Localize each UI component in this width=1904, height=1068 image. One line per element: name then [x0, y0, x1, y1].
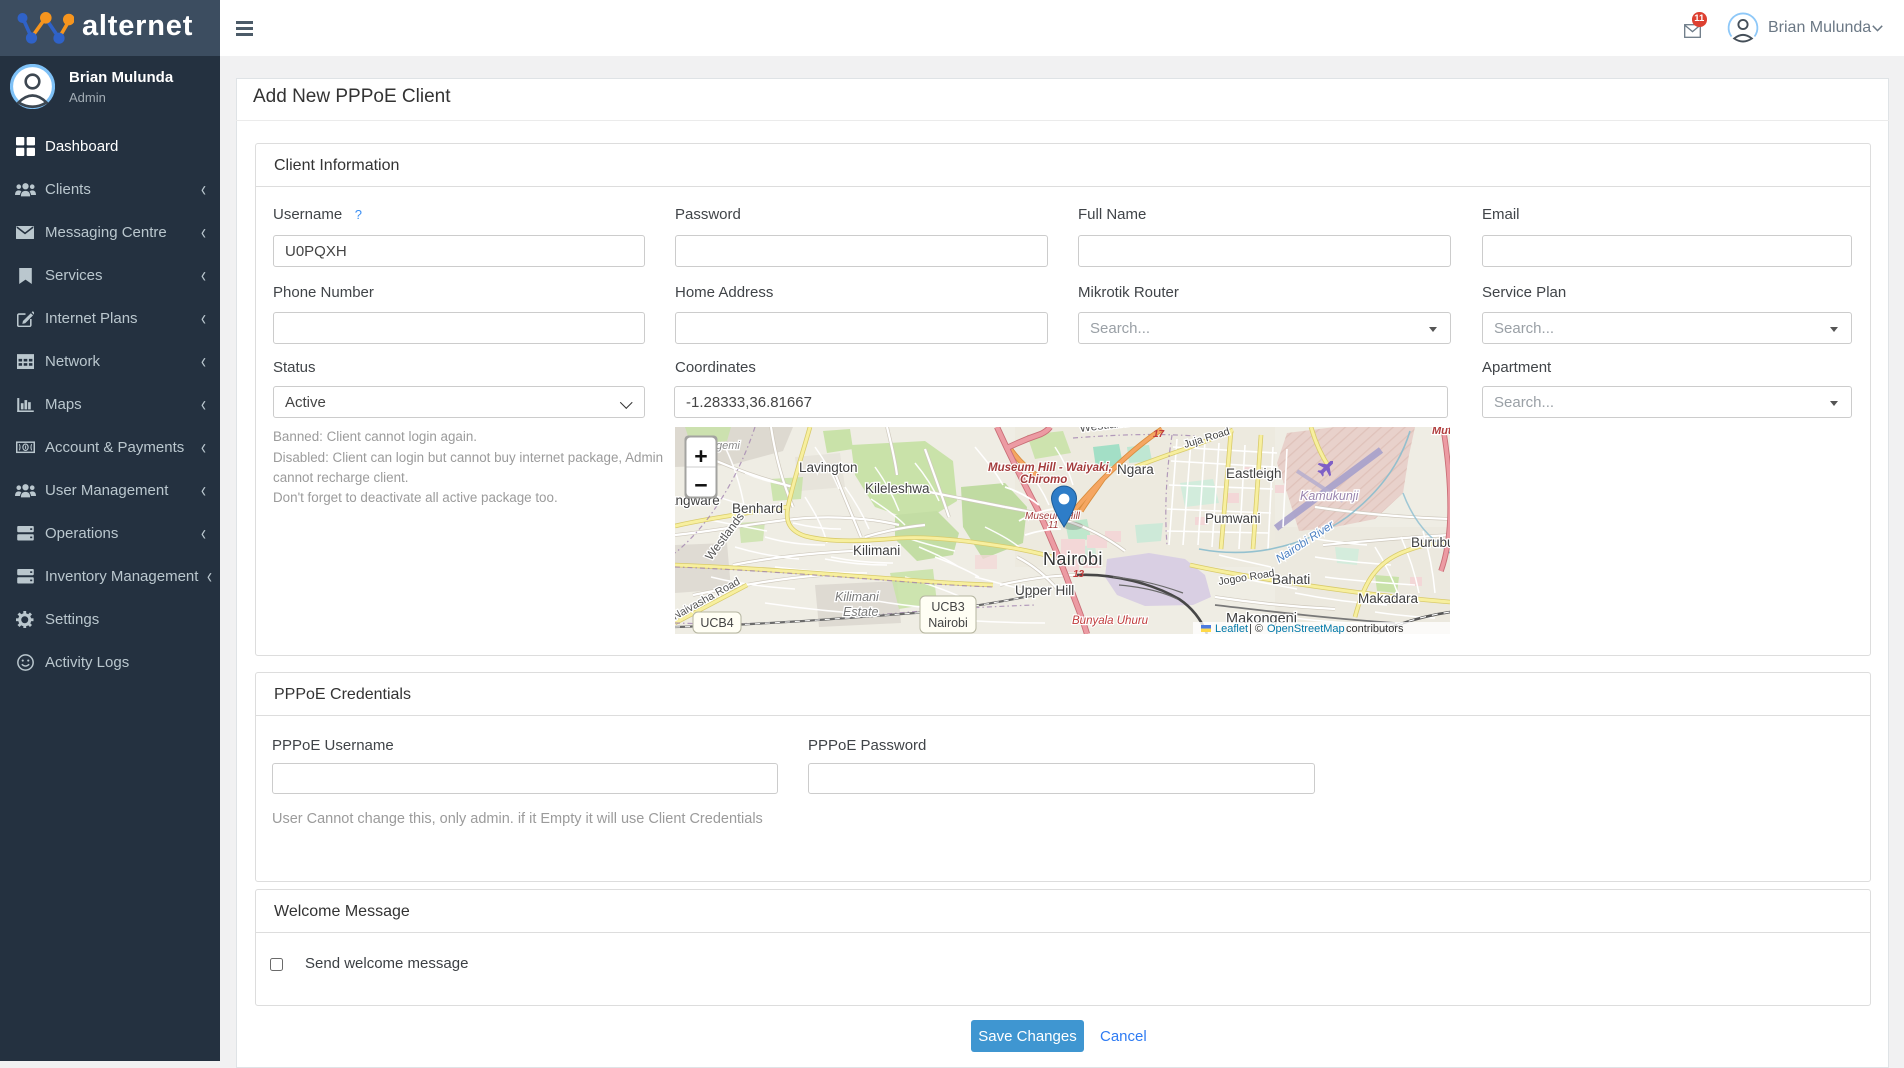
svg-text:Bahati: Bahati: [1272, 572, 1310, 587]
svg-text:Mutarakw: Mutarakw: [1432, 427, 1450, 437]
svg-text:Estate: Estate: [843, 605, 878, 619]
svg-text:Upper Hill: Upper Hill: [1015, 583, 1074, 598]
svg-text:UCB3: UCB3: [931, 600, 964, 614]
svg-text:Leaflet: Leaflet: [1215, 623, 1248, 634]
svg-text:Kilimani: Kilimani: [835, 590, 880, 604]
svg-text:Lavington: Lavington: [799, 460, 858, 475]
svg-text:gemi: gemi: [716, 440, 740, 452]
svg-text:Nairobi: Nairobi: [928, 616, 968, 630]
svg-text:Chiromo: Chiromo: [1020, 474, 1067, 486]
svg-text:13: 13: [1073, 569, 1085, 580]
svg-text:| ©: | ©: [1249, 623, 1263, 634]
svg-text:Nairobi: Nairobi: [1043, 549, 1103, 569]
svg-text:−: −: [694, 472, 707, 498]
svg-text:17: 17: [1153, 429, 1165, 440]
svg-text:11: 11: [1048, 520, 1058, 531]
svg-text:Makadara: Makadara: [1358, 591, 1419, 606]
svg-text:+: +: [694, 443, 707, 469]
svg-text:UCB4: UCB4: [700, 616, 733, 630]
svg-text:Museum Hill - Waiyaki,: Museum Hill - Waiyaki,: [988, 462, 1112, 474]
svg-text:Bunyala Uhuru: Bunyala Uhuru: [1072, 615, 1149, 627]
svg-text:contributors: contributors: [1346, 623, 1404, 634]
svg-text:Pumwani: Pumwani: [1205, 511, 1261, 526]
svg-text:Kilimani: Kilimani: [853, 543, 900, 558]
svg-text:OpenStreetMap: OpenStreetMap: [1267, 623, 1345, 634]
svg-text:Ngara: Ngara: [1117, 462, 1154, 477]
svg-text:Kileleshwa: Kileleshwa: [865, 481, 930, 496]
svg-text:Eastleigh: Eastleigh: [1226, 466, 1282, 481]
svg-text:Kamukunji: Kamukunji: [1300, 489, 1360, 503]
svg-text:Buruburu: Buruburu: [1411, 535, 1450, 550]
